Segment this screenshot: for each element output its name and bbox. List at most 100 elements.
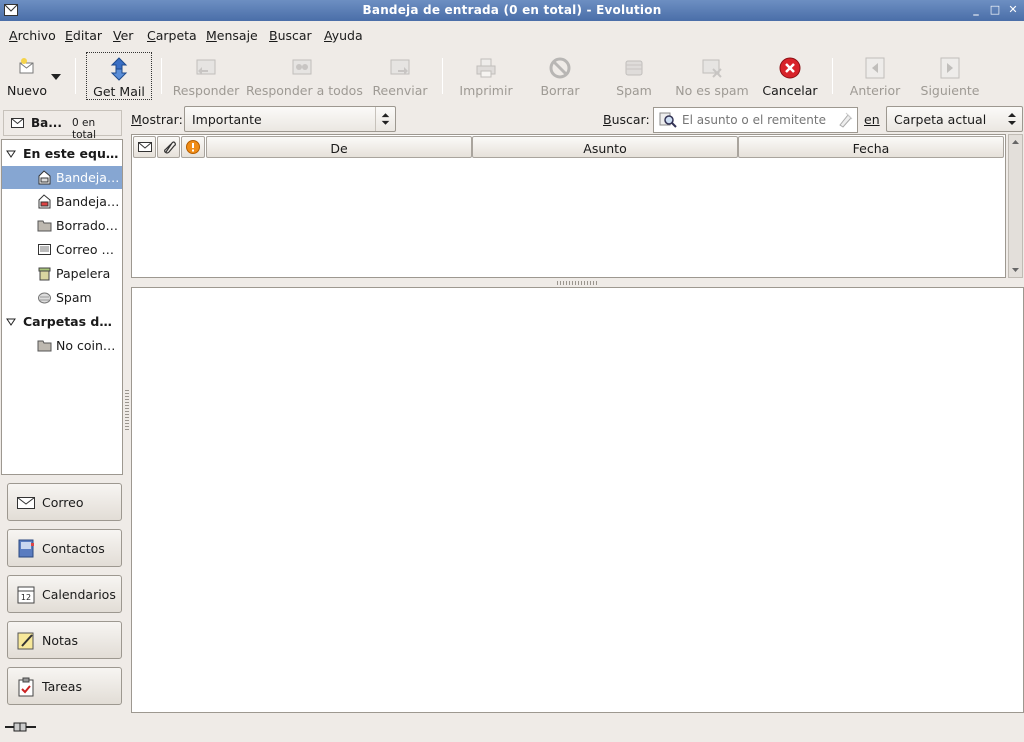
column-subject-header[interactable]: Asunto <box>472 136 738 158</box>
message-preview-pane[interactable] <box>131 287 1024 713</box>
message-list-scrollbar[interactable] <box>1008 134 1023 278</box>
folder-tree: En este equipo Bandeja de entrada Bandej… <box>1 139 123 475</box>
folder-unmatched[interactable]: No coincidentes <box>2 334 122 357</box>
cancel-label: Cancelar <box>762 83 818 98</box>
column-status-header[interactable] <box>133 136 156 158</box>
folder-spam[interactable]: Spam <box>2 286 122 309</box>
menu-carpeta[interactable]: Carpeta <box>147 28 197 43</box>
print-label: Imprimir <box>459 83 513 98</box>
next-icon <box>940 57 960 79</box>
new-dropdown-arrow-icon[interactable] <box>51 74 61 80</box>
reply-all-icon <box>292 59 312 75</box>
forward-button[interactable]: Reenviar <box>368 52 432 100</box>
folder-trash[interactable]: Papelera <box>2 262 122 285</box>
forward-icon <box>390 59 410 75</box>
not-spam-icon <box>702 59 722 78</box>
scroll-up-icon[interactable] <box>1009 135 1022 149</box>
trash-icon <box>38 267 51 281</box>
menu-mensaje[interactable]: Mensaje <box>206 28 258 43</box>
switcher-tasks-button[interactable]: Tareas <box>7 667 122 705</box>
switcher-notes-button[interactable]: Notas <box>7 621 122 659</box>
spam-icon <box>625 60 643 76</box>
previous-button[interactable]: Anterior <box>843 52 907 100</box>
mail-icon <box>11 118 24 128</box>
combo-arrows-icon <box>1008 113 1016 125</box>
tree-group-label: En este equipo <box>23 146 120 161</box>
search-scope-combo[interactable]: Carpeta actual <box>886 106 1023 132</box>
column-importance-header[interactable] <box>181 136 205 158</box>
reply-all-button[interactable]: Responder a todos <box>246 52 363 100</box>
spam-icon <box>38 292 51 304</box>
search-input[interactable] <box>680 111 832 129</box>
delete-icon <box>549 57 571 79</box>
delete-label: Borrar <box>540 83 580 98</box>
folder-sent[interactable]: Correo enviado <box>2 238 122 261</box>
print-button[interactable]: Imprimir <box>454 52 518 100</box>
next-label: Siguiente <box>920 83 980 98</box>
switcher-calendars-button[interactable]: 12 Calendarios <box>7 575 122 613</box>
show-filter-combo[interactable]: Importante <box>184 106 396 132</box>
maximize-button[interactable]: □ <box>987 2 1003 18</box>
menu-ayuda[interactable]: Ayuda <box>324 28 363 43</box>
address-book-icon <box>18 539 34 558</box>
menu-buscar[interactable]: Buscar <box>269 28 312 43</box>
folder-icon <box>37 340 52 352</box>
folder-outbox[interactable]: Bandeja de salida <box>2 190 122 213</box>
cancel-button[interactable]: Cancelar <box>758 52 822 100</box>
column-header-label: Fecha <box>852 141 890 156</box>
expander-down-icon[interactable] <box>6 317 16 327</box>
switcher-contacts-button[interactable]: Contactos <box>7 529 122 567</box>
expander-down-icon[interactable] <box>6 149 16 159</box>
folder-label: Spam <box>56 290 92 305</box>
clear-search-icon[interactable] <box>837 112 853 128</box>
toolbar-separator <box>442 58 443 94</box>
get-mail-button[interactable]: Get Mail <box>86 52 152 100</box>
close-window-button[interactable]: ✕ <box>1005 2 1021 18</box>
pane-resize-handle[interactable] <box>557 281 597 285</box>
message-list[interactable]: De Asunto Fecha <box>131 134 1006 278</box>
scroll-down-icon[interactable] <box>1009 263 1022 277</box>
column-header-label: Asunto <box>583 141 627 156</box>
column-from-header[interactable]: De <box>206 136 472 158</box>
column-attachment-header[interactable] <box>157 136 180 158</box>
folder-header: Ba... 0 en total <box>3 110 122 141</box>
online-status-icon[interactable] <box>5 720 37 734</box>
get-mail-label: Get Mail <box>93 84 145 99</box>
not-spam-button[interactable]: No es spam <box>672 52 752 100</box>
minimize-button[interactable]: _ <box>968 2 984 18</box>
reply-button[interactable]: Responder <box>170 52 242 100</box>
main-toolbar: Nuevo Get Mail Responder Responder a tod… <box>0 50 1024 102</box>
folder-label: Bandeja de salida <box>56 194 120 209</box>
delete-button[interactable]: Borrar <box>528 52 592 100</box>
search-field[interactable] <box>653 107 858 133</box>
menu-ver[interactable]: Ver <box>113 28 133 43</box>
folder-header-title: Ba... <box>31 116 62 130</box>
folder-label: Bandeja de entrada <box>56 170 120 185</box>
toolbar-separator <box>75 58 76 94</box>
switcher-label: Notas <box>42 633 79 648</box>
switcher-mail-button[interactable]: Correo <box>7 483 122 521</box>
sidebar-resize-handle[interactable] <box>125 390 129 430</box>
folder-drafts[interactable]: Borradores <box>2 214 122 237</box>
tree-group-local[interactable]: En este equipo <box>2 142 122 165</box>
spam-button[interactable]: Spam <box>602 52 666 100</box>
folder-inbox[interactable]: Bandeja de entrada <box>2 166 122 189</box>
new-button[interactable]: Nuevo <box>2 52 68 100</box>
previous-label: Anterior <box>849 83 901 98</box>
cancel-icon <box>779 57 801 79</box>
search-label: Buscar: <box>603 112 650 127</box>
search-options-icon[interactable] <box>659 112 677 128</box>
switcher-label: Tareas <box>42 679 82 694</box>
menu-editar[interactable]: Editar <box>65 28 102 43</box>
notes-icon <box>17 632 34 650</box>
previous-icon <box>865 57 885 79</box>
tree-group-search-folders[interactable]: Carpetas de búsqueda <box>2 310 122 333</box>
menu-archivo[interactable]: Archivo <box>9 28 56 43</box>
switcher-label: Correo <box>42 495 84 510</box>
switcher-label: Contactos <box>42 541 105 556</box>
column-date-header[interactable]: Fecha <box>738 136 1004 158</box>
toolbar-separator <box>161 58 162 94</box>
calendar-icon-number: 12 <box>21 593 31 602</box>
next-button[interactable]: Siguiente <box>916 52 984 100</box>
folder-header-count: 0 en total <box>72 117 97 141</box>
